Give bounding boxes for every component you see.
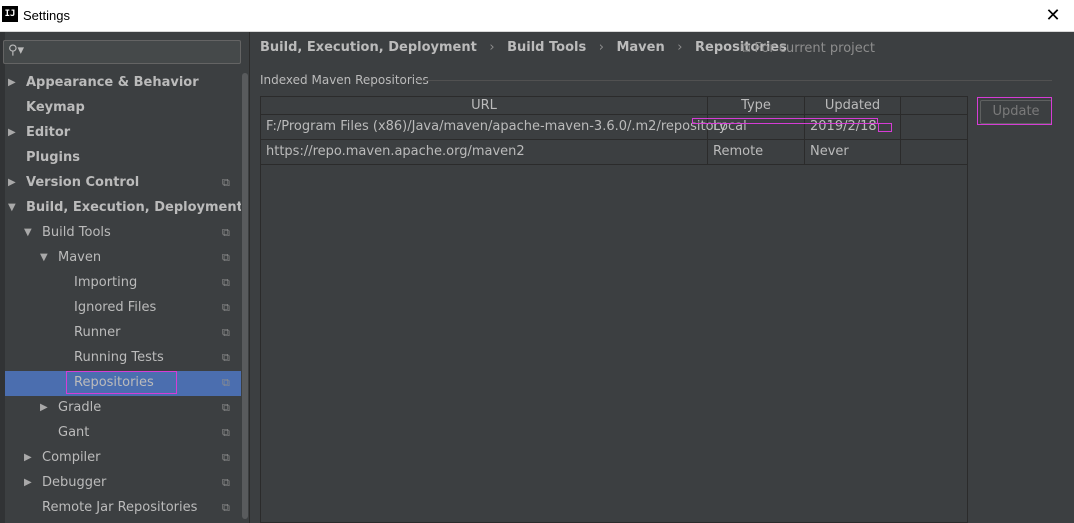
project-scope-icon: ⧉	[222, 226, 230, 239]
tree-item-label: Version Control	[26, 175, 140, 190]
cell-empty	[901, 140, 967, 164]
tree-item-label: Keymap	[26, 100, 85, 115]
cell-url[interactable]: F:/Program Files (x86)/Java/maven/apache…	[261, 115, 727, 139]
project-scope-icon: ⧉	[222, 426, 230, 439]
tree-scrollbar[interactable]	[241, 71, 249, 523]
panel-divider[interactable]	[249, 32, 250, 523]
collapse-arrow-icon[interactable]: ▼	[40, 246, 48, 270]
column-header-url[interactable]: URL	[261, 97, 708, 115]
expand-arrow-icon[interactable]: ▶	[24, 446, 32, 470]
cell-type[interactable]: Remote	[708, 140, 805, 164]
tree-item-label: Plugins	[26, 150, 80, 165]
tree-item-label: Compiler	[42, 450, 101, 465]
table-row[interactable]: https://repo.maven.apache.org/maven2 Rem…	[261, 140, 967, 165]
section-title: Indexed Maven Repositories	[260, 73, 429, 87]
tree-item-build-tools[interactable]: ▼ Build Tools ⧉	[5, 221, 248, 246]
collapse-arrow-icon[interactable]: ▼	[24, 221, 32, 245]
tree-item-label: Running Tests	[74, 350, 164, 365]
tree-item-label: Ignored Files	[74, 300, 157, 315]
column-header-type[interactable]: Type	[708, 97, 805, 115]
window-title: Settings	[23, 8, 70, 23]
breadcrumb-separator: ›	[489, 40, 495, 55]
project-scope-icon: ⧉	[222, 301, 230, 314]
tree-item-ignored-files[interactable]: Ignored Files ⧉	[5, 296, 248, 321]
project-scope-icon: ⧉	[222, 451, 230, 464]
tree-item-version-control[interactable]: ▶ Version Control ⧉	[5, 171, 248, 196]
tree-item-maven[interactable]: ▼ Maven ⧉	[5, 246, 248, 271]
cell-empty	[901, 115, 967, 139]
column-header-empty	[901, 97, 967, 115]
expand-arrow-icon[interactable]: ▶	[24, 471, 32, 495]
project-scope-icon: ⧉	[222, 401, 230, 414]
tree-item-remote-jar-repositories[interactable]: Remote Jar Repositories ⧉	[5, 496, 248, 521]
expand-arrow-icon[interactable]: ▶	[40, 396, 48, 420]
tree-item-plugins[interactable]: Plugins	[5, 146, 248, 171]
search-icon: ⚲▾	[8, 43, 25, 58]
tree-item-label: Gant	[58, 425, 90, 440]
tree-scrollbar-thumb[interactable]	[242, 73, 248, 519]
settings-tree: ▶ Appearance & Behavior Keymap ▶ Editor …	[5, 71, 248, 523]
tree-item-label: Editor	[26, 125, 71, 140]
project-scope-icon: ⧉	[222, 276, 230, 289]
breadcrumb-item: Build, Execution, Deployment	[260, 40, 477, 55]
cell-url[interactable]: https://repo.maven.apache.org/maven2	[261, 140, 708, 164]
tree-item-appearance-behavior[interactable]: ▶ Appearance & Behavior	[5, 71, 248, 96]
breadcrumb-separator: ›	[598, 40, 604, 55]
annotation-highlight-box	[977, 97, 1052, 125]
tree-item-label: Build, Execution, Deployment	[26, 200, 243, 215]
tree-item-label: Maven	[58, 250, 102, 265]
tree-item-label: Appearance & Behavior	[26, 75, 199, 90]
tree-item-label: Build Tools	[42, 225, 111, 240]
tree-item-runner[interactable]: Runner ⧉	[5, 321, 248, 346]
annotation-highlight-box	[66, 371, 177, 394]
tree-item-gradle[interactable]: ▶ Gradle ⧉	[5, 396, 248, 421]
collapse-arrow-icon[interactable]: ▼	[8, 196, 16, 220]
tree-item-label: Gradle	[58, 400, 102, 415]
settings-search-input[interactable]: ⚲▾	[3, 40, 241, 64]
project-scope-icon: ⧉	[222, 376, 230, 389]
tree-item-label: Runner	[74, 325, 121, 340]
annotation-highlight-box	[692, 118, 878, 124]
repositories-table: URL Type Updated F:/Program Files (x86)/…	[260, 96, 968, 523]
expand-arrow-icon[interactable]: ▶	[8, 121, 16, 145]
tree-item-label: Importing	[74, 275, 138, 290]
close-button[interactable]: ✕	[1040, 4, 1066, 28]
tree-item-repositories[interactable]: Repositories ⧉	[5, 371, 248, 396]
tree-item-label: Remote Jar Repositories	[42, 500, 198, 515]
cell-updated[interactable]: Never	[805, 140, 901, 164]
project-scope-icon: ⧉	[222, 176, 230, 189]
tree-item-running-tests[interactable]: Running Tests ⧉	[5, 346, 248, 371]
breadcrumb: Build, Execution, Deployment › Build Too…	[260, 40, 787, 55]
expand-arrow-icon[interactable]: ▶	[8, 71, 16, 95]
intellij-app-icon: IJ	[2, 6, 18, 22]
project-scope-icon: ⧉	[222, 326, 230, 339]
breadcrumb-separator: ›	[677, 40, 683, 55]
tree-item-importing[interactable]: Importing ⧉	[5, 271, 248, 296]
tree-item-gant[interactable]: Gant ⧉	[5, 421, 248, 446]
breadcrumb-item: Build Tools	[507, 40, 587, 55]
breadcrumb-item: Maven	[616, 40, 665, 55]
tree-item-build-execution-deployment[interactable]: ▼ Build, Execution, Deployment	[5, 196, 248, 221]
table-header: URL Type Updated	[261, 97, 967, 115]
tree-item-compiler[interactable]: ▶ Compiler ⧉	[5, 446, 248, 471]
tree-item-label: Debugger	[42, 475, 107, 490]
project-scope-icon: ⧉	[222, 501, 230, 514]
project-scope-icon: ⧉	[741, 41, 755, 56]
expand-arrow-icon[interactable]: ▶	[8, 171, 16, 195]
tree-item-editor[interactable]: ▶ Editor	[5, 121, 248, 146]
project-scope-icon: ⧉	[222, 251, 230, 264]
tree-item-keymap[interactable]: Keymap	[5, 96, 248, 121]
table-row[interactable]: F:/Program Files (x86)/Java/maven/apache…	[261, 115, 967, 140]
annotation-highlight-box	[878, 123, 892, 132]
scope-label: For current project	[754, 41, 876, 56]
project-scope-icon: ⧉	[222, 476, 230, 489]
title-bar: IJ Settings ✕	[0, 0, 1074, 32]
section-separator	[416, 80, 1052, 81]
column-header-updated[interactable]: Updated	[805, 97, 901, 115]
project-scope-icon: ⧉	[222, 351, 230, 364]
tree-item-debugger[interactable]: ▶ Debugger ⧉	[5, 471, 248, 496]
scope-indicator: ⧉ For current project	[741, 41, 875, 56]
